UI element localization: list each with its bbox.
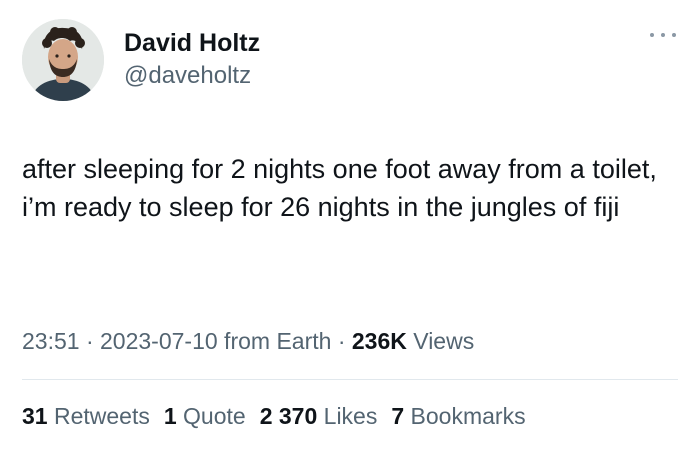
bookmarks-label: Bookmarks xyxy=(404,403,526,429)
more-options-icon-dot xyxy=(650,33,654,37)
author-names: David Holtz @daveholtz xyxy=(124,27,260,91)
avatar[interactable] xyxy=(22,19,104,101)
bookmarks-stat[interactable]: 7 Bookmarks xyxy=(391,398,525,434)
author-handle[interactable]: @daveholtz xyxy=(124,61,260,91)
tweet-date[interactable]: 2023-07-10 xyxy=(100,328,218,354)
tweet-time[interactable]: 23:51 xyxy=(22,328,80,354)
divider xyxy=(22,379,678,380)
likes-label: Likes xyxy=(317,403,378,429)
more-options-icon-dot xyxy=(672,33,676,37)
quotes-count: 1 xyxy=(163,403,177,429)
author-display-name[interactable]: David Holtz xyxy=(124,27,260,59)
tweet-source: from Earth xyxy=(217,328,332,354)
retweets-stat[interactable]: 31 Retweets xyxy=(22,398,150,434)
likes-count: 2 370 xyxy=(259,403,318,429)
bookmarks-count: 7 xyxy=(391,403,405,429)
retweets-count: 31 xyxy=(22,403,48,429)
quotes-stat[interactable]: 1 Quote xyxy=(164,398,246,434)
tweet-header: David Holtz @daveholtz xyxy=(22,17,260,103)
tweet-card: David Holtz @daveholtz after sleeping fo… xyxy=(0,0,700,454)
tweet-text: after sleeping for 2 nights one foot awa… xyxy=(22,154,657,222)
likes-stat[interactable]: 2 370 Likes xyxy=(260,398,378,434)
views-label: Views xyxy=(406,328,475,354)
quotes-label: Quote xyxy=(176,403,246,429)
views-count: 236K xyxy=(351,328,407,354)
tweet-stats: 31 Retweets 1 Quote 2 370 Likes 7 Bookma… xyxy=(22,398,540,434)
more-options-button[interactable] xyxy=(650,26,676,44)
meta-separator: · xyxy=(331,328,352,354)
more-options-icon-dot xyxy=(661,33,665,37)
retweets-label: Retweets xyxy=(47,403,150,429)
tweet-meta: 23:51 · 2023-07-10 from Earth · 236K Vie… xyxy=(22,323,474,359)
meta-separator: · xyxy=(79,328,101,354)
avatar-image xyxy=(22,19,104,101)
